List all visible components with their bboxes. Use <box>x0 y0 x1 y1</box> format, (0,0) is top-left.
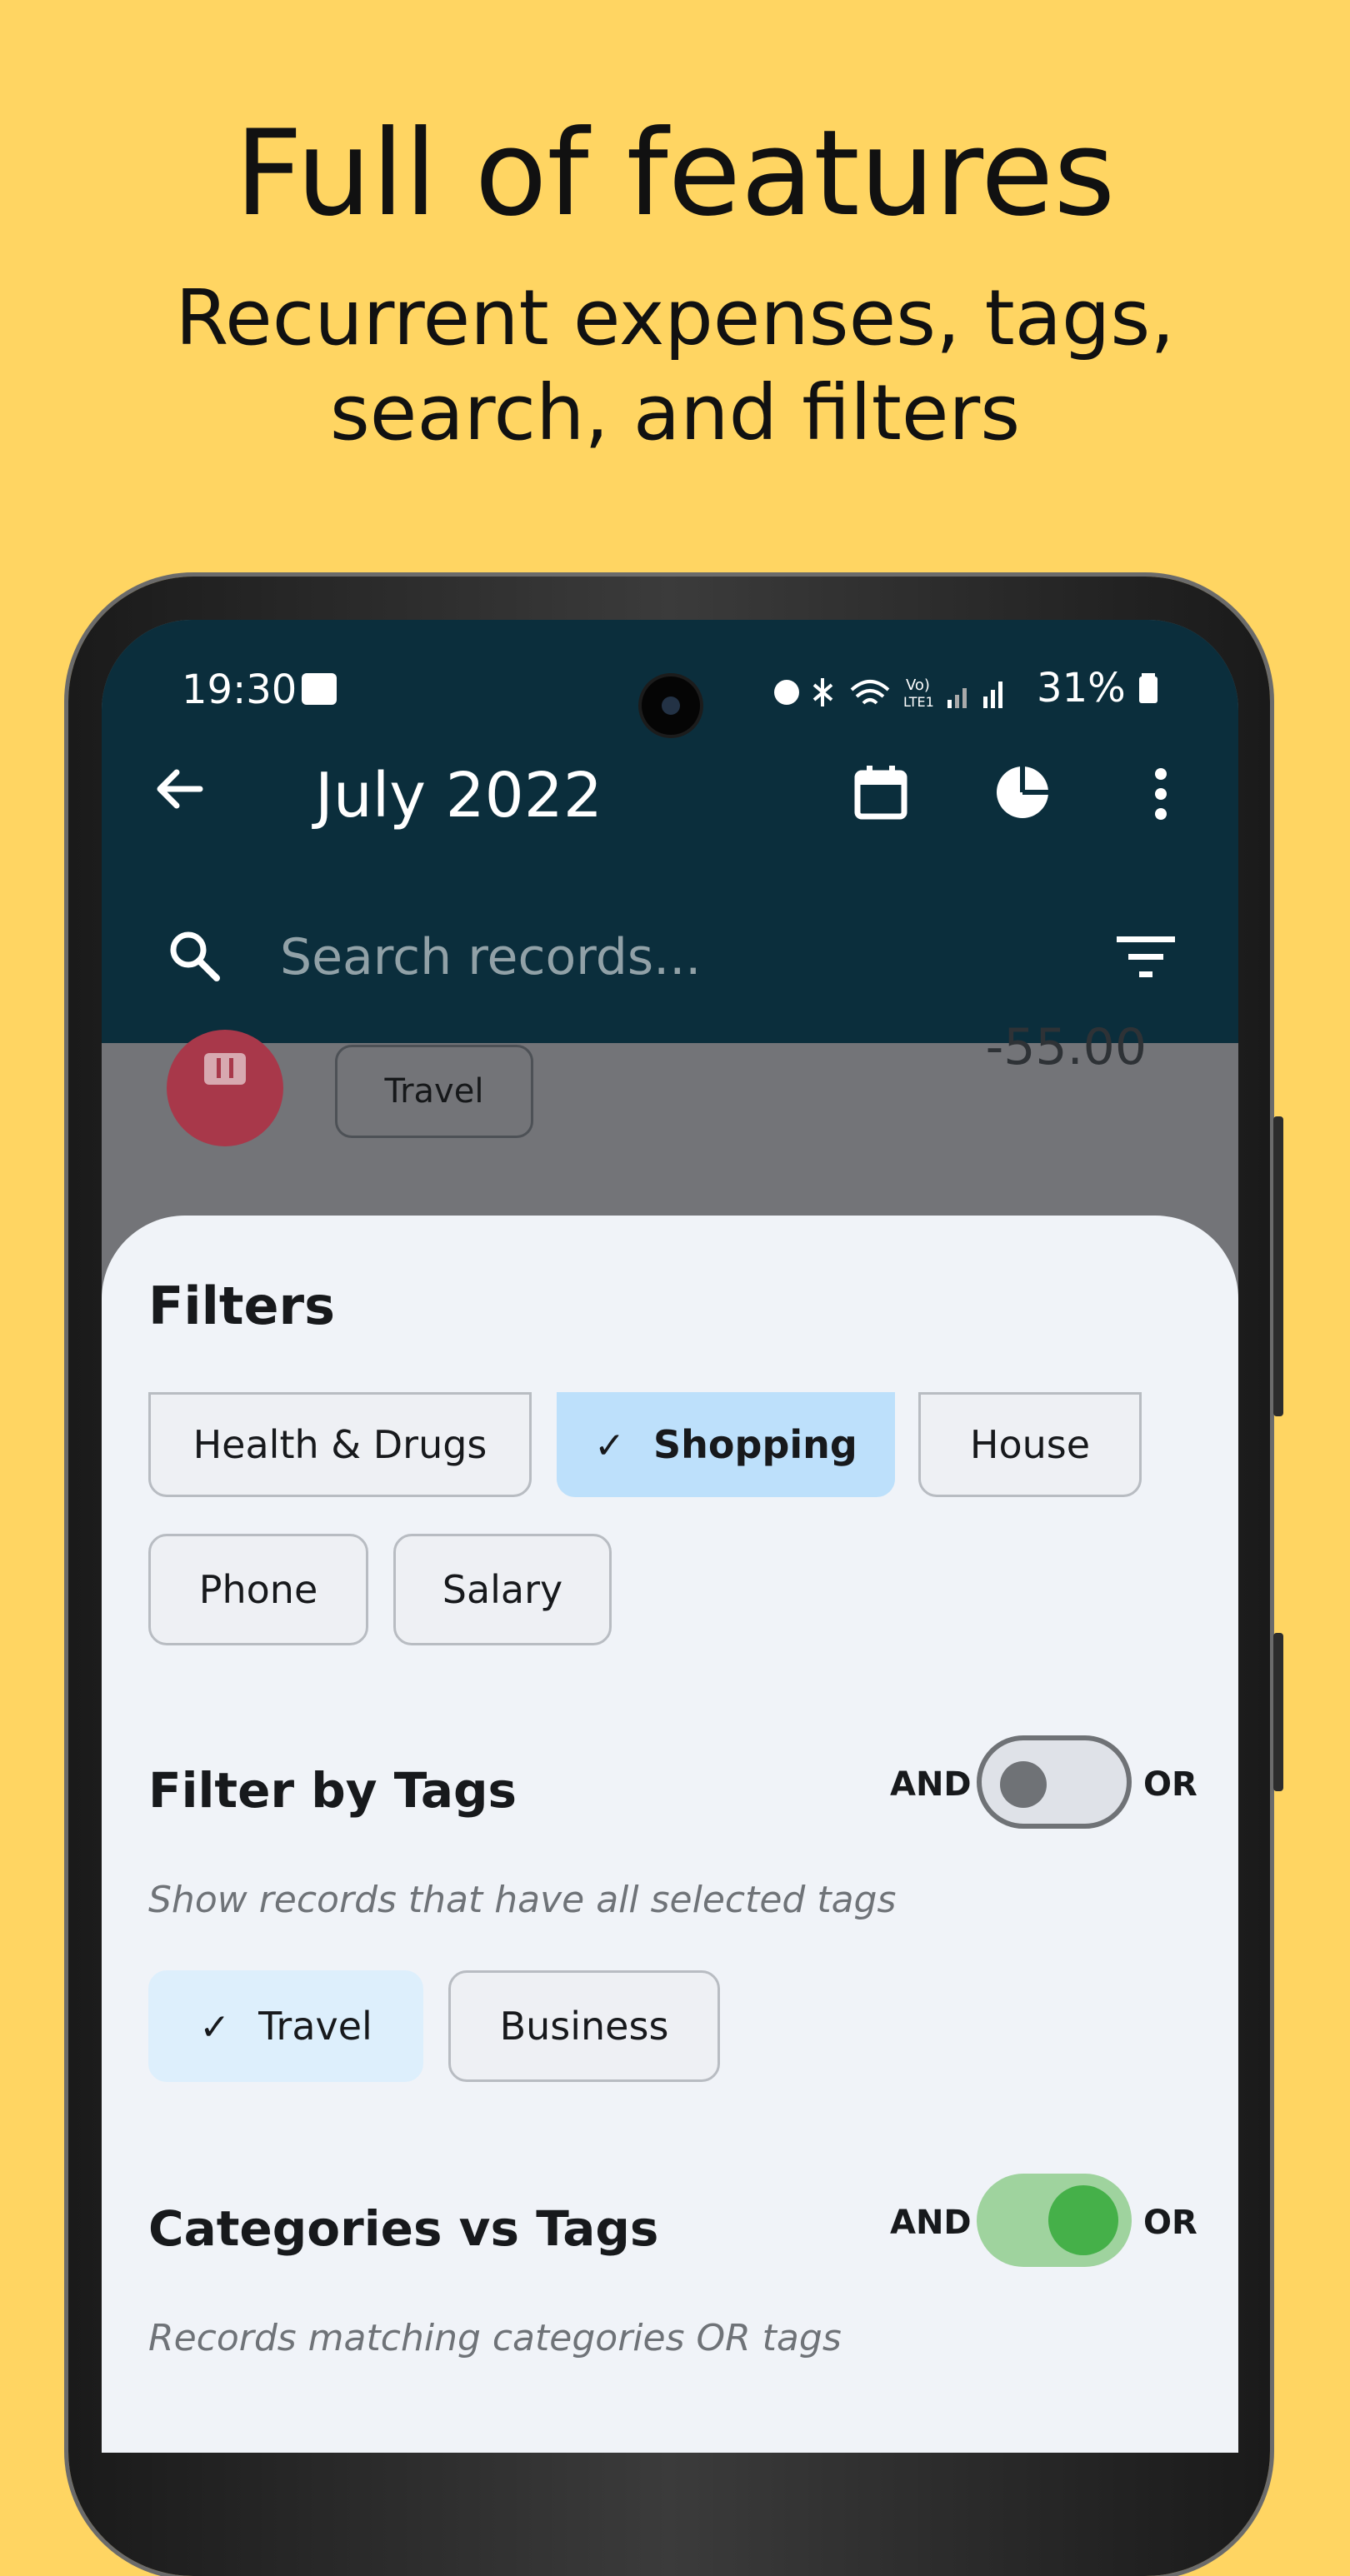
category-chip-shopping[interactable]: ✓ Shopping <box>557 1392 895 1497</box>
or-label: OR <box>1143 2204 1198 2242</box>
filters-sheet: Filters Health & Drugs ✓ Shopping House P… <box>102 1216 1238 2453</box>
chip-label: Travel <box>258 2004 372 2049</box>
category-chip-health-drugs[interactable]: Health & Drugs <box>148 1392 532 1497</box>
category-icon <box>167 1030 283 1146</box>
app-bar: July 2022 <box>102 745 1238 836</box>
tags-hint: Show records that have all selected tags <box>148 1879 897 1921</box>
month-title[interactable]: July 2022 <box>315 760 602 831</box>
and-label: AND <box>890 1765 972 1804</box>
categories-tags-logic-switch[interactable] <box>977 2174 1132 2267</box>
search-icon <box>170 931 220 981</box>
check-icon: ✓ <box>199 2006 231 2049</box>
status-bar: 19:30 31% Vo) LTE1 <box>102 658 1238 735</box>
search-bar[interactable]: Search records... <box>102 911 1238 995</box>
chip-label: Shopping <box>653 1422 858 1467</box>
phone-side-button <box>1273 1116 1283 1416</box>
chip-label: Business <box>499 2004 669 2049</box>
svg-text:Vo): Vo) <box>906 676 930 694</box>
categories-tags-and-or-toggle: AND OR <box>890 2174 1198 2270</box>
pie-chart-icon[interactable] <box>995 765 1050 820</box>
headline: Full of features <box>234 105 1116 242</box>
subline-line-2: search, and filters <box>329 368 1021 457</box>
chip-label: House <box>969 1422 1091 1467</box>
phone-screen: 19:30 31% Vo) LTE1 July 2022 Search reco… <box>102 620 1238 2453</box>
record-tag: Travel <box>335 1045 533 1138</box>
filter-icon[interactable] <box>1117 935 1175 980</box>
basket-icon <box>204 1053 246 1085</box>
tag-chip-travel[interactable]: ✓ Travel <box>148 1970 423 2082</box>
record-amount: -55.00 <box>985 1018 1147 1076</box>
phone-side-button <box>1273 1633 1283 1791</box>
app-topbar: 19:30 31% Vo) LTE1 July 2022 Search reco… <box>102 620 1238 1043</box>
battery-icon <box>1139 673 1158 703</box>
filters-title: Filters <box>148 1276 336 1336</box>
and-label: AND <box>890 2204 972 2242</box>
tags-and-or-toggle: AND OR <box>890 1735 1198 1832</box>
categories-tags-hint: Records matching categories OR tags <box>148 2317 842 2359</box>
battery-level: 31% <box>1037 665 1158 711</box>
category-chip-house[interactable]: House <box>918 1392 1142 1497</box>
search-input[interactable]: Search records... <box>280 928 701 986</box>
subline-line-1: Recurrent expenses, tags, <box>175 273 1175 362</box>
subline: Recurrent expenses, tags, search, and fi… <box>0 271 1350 461</box>
switch-knob <box>1000 1761 1047 1808</box>
chip-label: Health & Drugs <box>192 1422 488 1467</box>
back-arrow-icon[interactable] <box>152 761 207 830</box>
check-icon: ✓ <box>594 1425 626 1467</box>
calendar-icon[interactable] <box>853 765 908 820</box>
categories-vs-tags-title: Categories vs Tags <box>148 2200 659 2257</box>
category-chip-phone[interactable]: Phone <box>148 1534 368 1645</box>
svg-text:LTE1: LTE1 <box>903 694 934 710</box>
tags-logic-switch[interactable] <box>977 1735 1132 1829</box>
chip-label: Salary <box>442 1567 563 1612</box>
image-notification-icon <box>302 673 337 705</box>
or-label: OR <box>1143 1765 1198 1804</box>
switch-knob <box>1048 2185 1118 2255</box>
status-time: 19:30 <box>182 666 298 713</box>
system-status-icons: Vo) LTE1 <box>774 676 1002 710</box>
more-options-icon[interactable] <box>1155 768 1167 828</box>
filter-by-tags-title: Filter by Tags <box>148 1762 518 1819</box>
tag-chip-business[interactable]: Business <box>448 1970 720 2082</box>
chip-label: Phone <box>198 1567 318 1612</box>
battery-percent: 31% <box>1037 665 1126 711</box>
camera-cutout <box>642 676 700 735</box>
category-chip-salary[interactable]: Salary <box>393 1534 612 1645</box>
